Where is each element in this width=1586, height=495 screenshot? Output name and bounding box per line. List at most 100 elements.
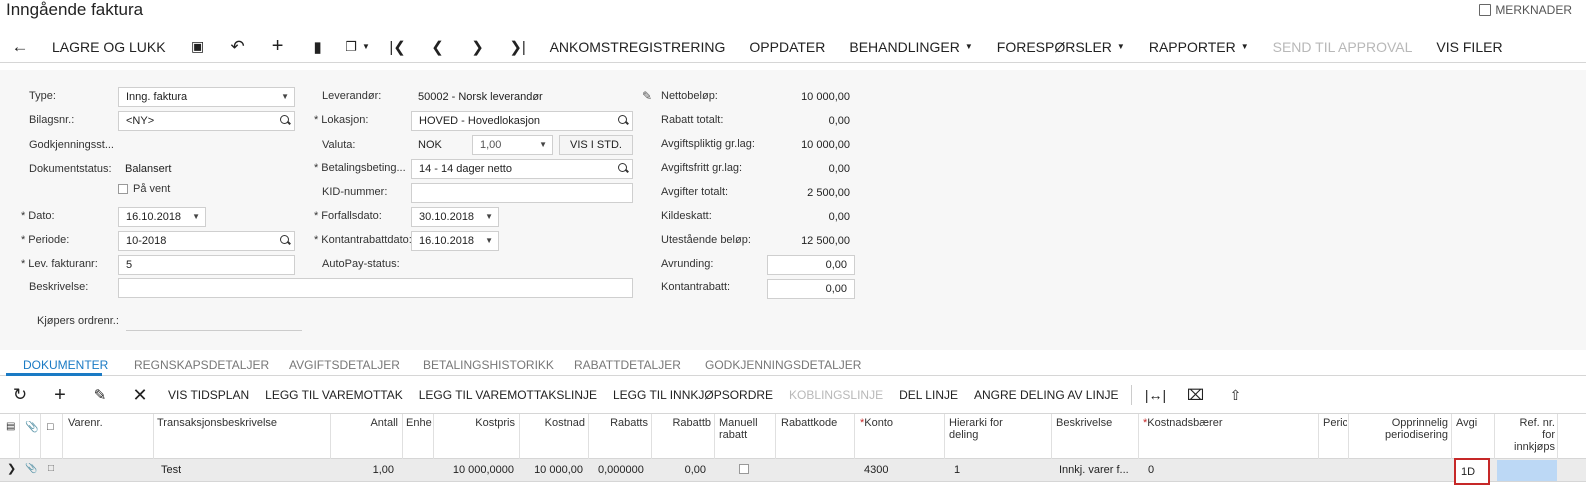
tab-discount-details[interactable]: RABATTDETALJER [574,358,681,372]
view-schedule-button[interactable]: VIS TIDSPLAN [160,381,257,409]
cash-discount-date-input[interactable]: 16.10.2018 ▼ [411,231,499,251]
col-disc-amt[interactable]: Rabattb [655,417,711,429]
col-period[interactable]: Peric [1323,417,1347,429]
cell-description[interactable]: Innkj. varer f... [1059,464,1133,476]
edit-icon[interactable]: ✎ [642,89,652,103]
previous-record-icon[interactable]: ❮ [418,31,458,63]
arrival-registration-button[interactable]: ANKOMSTREGISTRERING [538,31,738,63]
add-receipt-button[interactable]: LEGG TIL VAREMOTTAK [257,381,411,409]
split-line-button[interactable]: DEL LINJE [891,381,966,409]
actions-menu[interactable]: BEHANDLINGER ▼ [837,31,984,63]
show-files-button[interactable]: VIS FILER [1424,31,1514,63]
save-close-button[interactable]: LAGRE OG LUKK [40,31,178,63]
update-button[interactable]: OPPDATER [737,31,837,63]
search-icon[interactable] [279,234,290,245]
kid-input[interactable] [411,183,633,203]
last-record-icon[interactable]: ❯| [498,31,538,63]
col-ref[interactable]: Ref. nr. for innkjøps [1498,417,1555,453]
col-tax[interactable]: Avgi [1456,417,1484,429]
next-record-icon[interactable]: ❯ [458,31,498,63]
upload-icon[interactable]: ⇧ [1216,381,1256,409]
onhold-checkbox[interactable] [118,184,128,194]
tab-accounting-details[interactable]: REGNSKAPSDETALJER [134,358,269,372]
col-account[interactable]: *Konto [860,417,893,429]
col-trandesc[interactable]: Transaksjonsbeskrivelse [157,417,277,429]
undo-split-button[interactable]: ANGRE DELING AV LINJE [966,381,1127,409]
cell-account[interactable]: 4300 [864,464,888,476]
add-row-icon[interactable]: + [40,381,80,409]
col-hierarchy[interactable]: Hierarki for deling [949,417,1003,441]
buyer-order-input[interactable] [126,330,302,331]
docnr-input[interactable]: <NY> [118,111,295,131]
add-po-button[interactable]: LEGG TIL INNKJØPSORDRE [605,381,781,409]
note-icon[interactable]: □ [48,463,54,474]
location-input[interactable]: HOVED - Hovedlokasjon [411,111,633,131]
due-date-input[interactable]: 30.10.2018 ▼ [411,207,499,227]
col-disc-pct[interactable]: Rabatts [592,417,648,429]
export-excel-icon[interactable]: ⌧ [1176,381,1216,409]
view-std-button[interactable]: VIS I STD. [559,135,633,155]
period-input[interactable]: 10-2018 [118,231,295,251]
back-icon[interactable]: ← [0,31,40,63]
undo-icon[interactable]: ↶ [218,31,258,63]
col-orig-deferral[interactable]: Opprinnelig periodisering [1350,417,1448,441]
search-icon[interactable] [617,114,628,125]
save-icon[interactable]: ▣ [178,31,218,63]
edit-row-icon[interactable]: ✎ [80,381,120,409]
col-unit-cost[interactable]: Kostpris [437,417,515,429]
exempt-label: Avgiftsfritt gr.lag: [661,162,743,174]
cell-ref[interactable] [1497,460,1557,481]
copy-paste-icon[interactable]: ❐ ▼ [338,31,378,63]
col-manual-disc[interactable]: Manuell rabatt [719,417,758,441]
col-disc-code[interactable]: Rabattkode [781,417,837,429]
col-item[interactable]: Varenr. [68,417,103,429]
fit-columns-icon[interactable]: |↔| [1136,381,1176,409]
send-approval-button[interactable]: SEND TIL APPROVAL [1261,31,1425,63]
search-icon[interactable] [617,162,628,173]
add-receipt-line-button[interactable]: LEGG TIL VAREMOTTAKSLINJE [411,381,605,409]
description-input[interactable] [118,278,633,298]
col-cost[interactable]: Kostnad [523,417,585,429]
cell-qty[interactable]: 1,00 [334,464,394,476]
column-divider [1318,414,1319,460]
rate-select[interactable]: 1,00 ▼ [472,135,553,155]
col-qty[interactable]: Antall [334,417,398,429]
vendor-invoice-input[interactable]: 5 [118,255,295,275]
refresh-icon[interactable]: ↻ [0,381,40,409]
cash-discount-input[interactable]: 0,00 [767,279,855,299]
date-input[interactable]: 16.10.2018 ▼ [118,207,206,227]
selected-tax-cell[interactable]: 1D [1454,458,1490,485]
cell-cost-bearer[interactable]: 0 [1148,464,1154,476]
tab-tax-details[interactable]: AVGIFTSDETALJER [289,358,400,372]
attachment-icon[interactable]: 📎 [25,463,37,474]
terms-input[interactable]: 14 - 14 dager netto [411,159,633,179]
table-row[interactable]: ❯ 📎 □ Test 1,00 10 000,0000 10 000,00 0,… [0,459,1586,482]
vendor-value[interactable]: 50002 - Norsk leverandør [418,91,543,103]
inquiries-menu[interactable]: FORESPØRSLER ▼ [985,31,1137,63]
manual-discount-checkbox[interactable] [739,464,749,474]
reports-menu[interactable]: RAPPORTER ▼ [1137,31,1261,63]
notes-button[interactable]: MERKNADER [1479,3,1572,17]
cell-unit-cost[interactable]: 10 000,0000 [437,464,514,476]
cell-trandesc[interactable]: Test [161,464,181,476]
column-divider [62,414,63,460]
tab-documents[interactable]: DOKUMENTER [23,358,108,372]
search-icon[interactable] [279,114,290,125]
cell-disc-amt[interactable]: 0,00 [655,464,706,476]
cell-disc-pct[interactable]: 0,000000 [598,464,644,476]
delete-icon[interactable]: ▮ [298,31,338,63]
tab-payment-history[interactable]: BETALINGSHISTORIKK [423,358,554,372]
cell-cost[interactable]: 10 000,00 [523,464,583,476]
row-expand-icon[interactable]: ❯ [7,462,16,475]
first-record-icon[interactable]: |❮ [378,31,418,63]
col-description[interactable]: Beskrivelse [1056,417,1112,429]
tab-approval-details[interactable]: GODKJENNINGSDETALJER [705,358,861,372]
link-line-button[interactable]: KOBLINGSLINJE [781,381,891,409]
cell-hierarchy[interactable]: 1 [954,464,960,476]
rounding-input[interactable]: 0,00 [767,255,855,275]
add-icon[interactable]: + [258,31,298,63]
col-cost-bearer[interactable]: *Kostnadsbærer [1143,417,1223,429]
type-select[interactable]: Inng. faktura ▼ [118,87,295,107]
delete-row-icon[interactable]: ✕ [120,381,160,409]
col-uom[interactable]: Enhe [406,417,432,429]
